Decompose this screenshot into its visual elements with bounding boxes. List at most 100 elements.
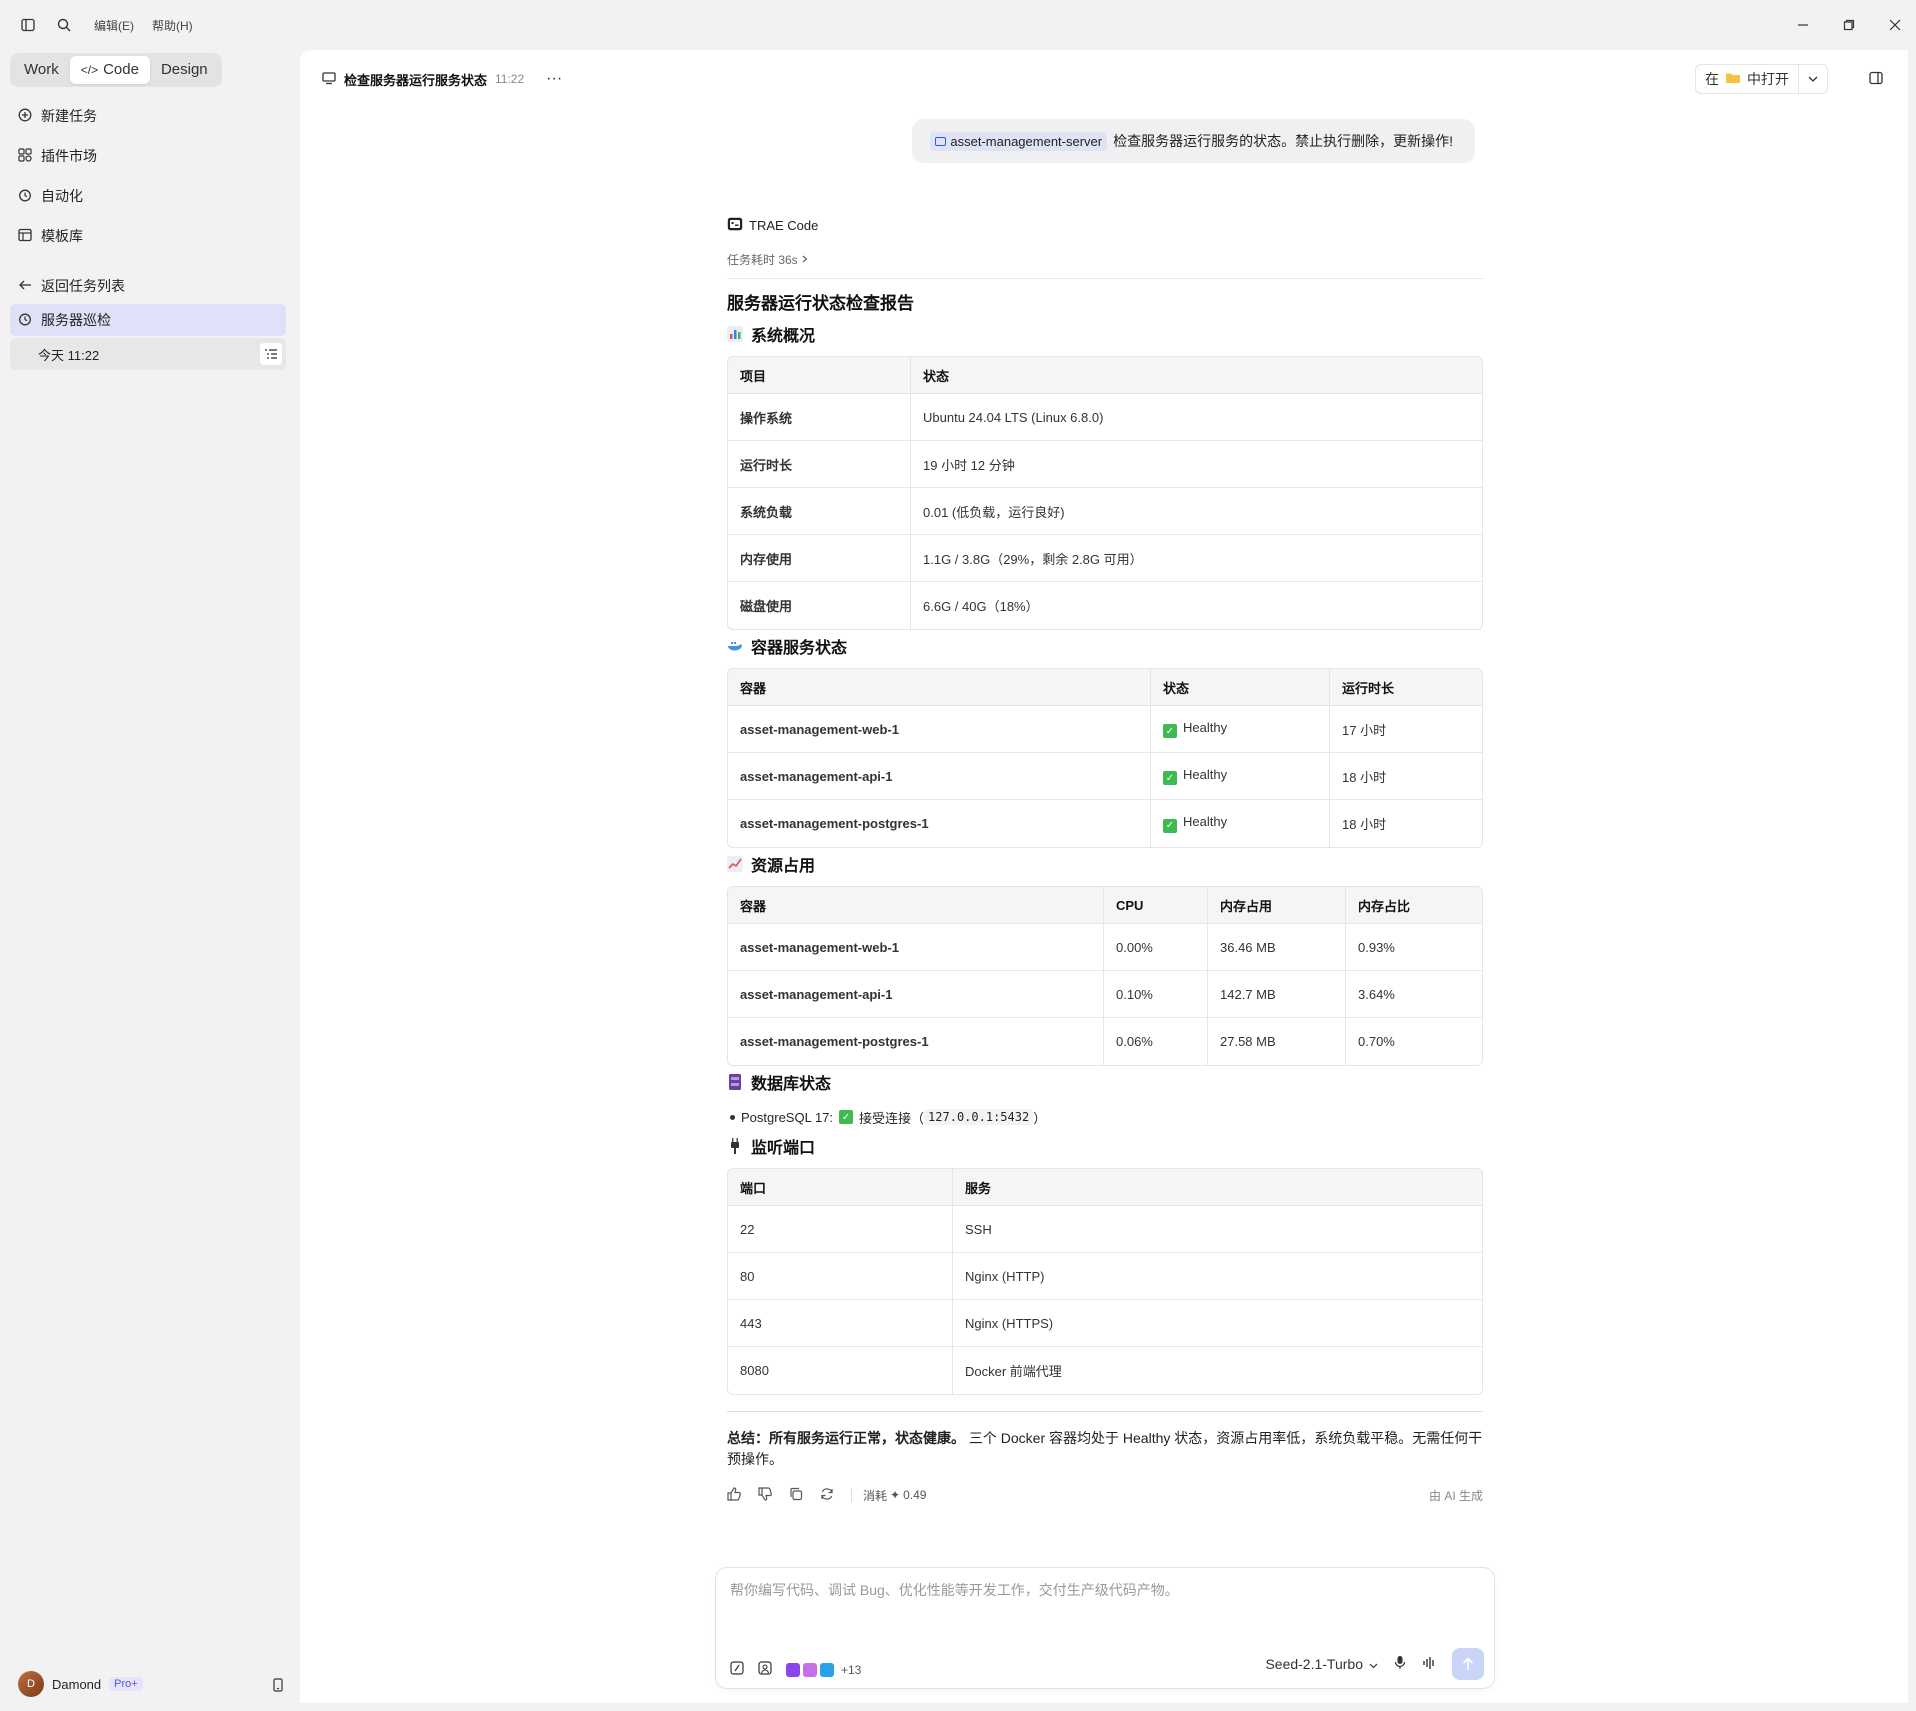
sidebar-item-label: 自动化 bbox=[41, 188, 83, 204]
table-cell: SSH bbox=[952, 1206, 1482, 1253]
template-icon bbox=[18, 228, 32, 245]
whale-icon bbox=[727, 632, 745, 666]
table-cell: 0.00% bbox=[1103, 924, 1207, 971]
section-containers: 容器服务状态 bbox=[727, 632, 1483, 666]
paren-open: （ bbox=[911, 1110, 925, 1126]
summary: 总结：所有服务运行正常，状态健康。 三个 Docker 容器均处于 Health… bbox=[727, 1428, 1483, 1470]
folder-icon bbox=[1725, 71, 1741, 87]
search-icon[interactable] bbox=[46, 7, 82, 43]
divider bbox=[851, 1488, 852, 1502]
mode-design[interactable]: Design bbox=[150, 56, 219, 84]
response-actions: 消耗 ✦ 0.49 由 AI 生成 bbox=[727, 1482, 1483, 1508]
table-row: asset-management-api-1 0.10% 142.7 MB 3.64% bbox=[728, 971, 1482, 1018]
right-panel-toggle-icon[interactable] bbox=[1866, 68, 1886, 88]
list-icon[interactable] bbox=[260, 343, 282, 365]
user-name: Damond bbox=[52, 1676, 102, 1692]
section-database: 数据库状态 bbox=[727, 1068, 1483, 1102]
task-duration[interactable]: 任务耗时 36s bbox=[727, 250, 1483, 268]
table-cell: 0.10% bbox=[1103, 971, 1207, 1018]
send-button[interactable] bbox=[1452, 1648, 1484, 1680]
close-icon[interactable] bbox=[1872, 0, 1916, 50]
table-header: 内存占比 bbox=[1345, 887, 1482, 924]
table-cell: asset-management-postgres-1 bbox=[740, 816, 929, 831]
composer-tools: +13 bbox=[730, 1661, 861, 1678]
plugin-icon bbox=[18, 147, 32, 165]
menu-edit[interactable]: 编辑(E) bbox=[94, 17, 134, 34]
thumbs-up-icon[interactable] bbox=[727, 1486, 741, 1504]
sidebar-item-current-task[interactable]: 服务器巡检 bbox=[10, 304, 286, 336]
status-text: Healthy bbox=[1183, 719, 1228, 735]
task-run-item[interactable]: 今天 11:22 bbox=[10, 338, 286, 370]
task-header: 检查服务器运行服务状态 11:22 ··· bbox=[300, 50, 1908, 108]
section-database-title: 数据库状态 bbox=[751, 1076, 832, 1093]
back-to-task-list[interactable]: 返回任务列表 bbox=[10, 270, 286, 302]
cost-value: 0.49 bbox=[903, 1488, 927, 1502]
database-icon bbox=[727, 1068, 745, 1102]
table-row: asset-management-postgres-1 0.06% 27.58 MB… bbox=[728, 1018, 1482, 1065]
table-cell: 18 小时 bbox=[1329, 753, 1482, 800]
microphone-icon[interactable] bbox=[1394, 1655, 1406, 1673]
table-cell: 内存使用 bbox=[728, 535, 910, 582]
regenerate-icon[interactable] bbox=[820, 1487, 834, 1504]
sidebar-item-plugin-market[interactable]: 插件市场 bbox=[10, 140, 286, 172]
sidebar-item-automation[interactable]: 自动化 bbox=[10, 180, 286, 212]
sidebar-toggle-icon[interactable] bbox=[10, 7, 46, 43]
tool-icons[interactable]: +13 bbox=[786, 1662, 861, 1677]
design-tool-icon bbox=[820, 1662, 834, 1677]
table-cell: 27.58 MB bbox=[1207, 1018, 1345, 1065]
menu-help[interactable]: 帮助(H) bbox=[152, 17, 193, 34]
repo-icon bbox=[935, 134, 947, 149]
section-resources-title: 资源占用 bbox=[751, 858, 816, 875]
sidebar-item-new-task[interactable]: 新建任务 bbox=[10, 100, 286, 132]
thumbs-down-icon[interactable] bbox=[758, 1486, 772, 1504]
duration-label: 任务耗时 36s bbox=[727, 252, 798, 267]
overview-table: 项目 状态 操作系统 Ubuntu 24.04 LTS (Linux 6.8.0)… bbox=[727, 356, 1483, 630]
image-tool-icon bbox=[803, 1662, 817, 1677]
mode-work[interactable]: Work bbox=[13, 56, 70, 84]
section-containers-title: 容器服务状态 bbox=[751, 640, 848, 657]
more-icon[interactable]: ··· bbox=[546, 70, 562, 88]
mode-code-label: Code bbox=[103, 61, 139, 78]
phone-icon[interactable] bbox=[268, 1675, 288, 1695]
task-title: 检查服务器运行服务状态 bbox=[344, 72, 488, 88]
open-in-button[interactable]: 在 中打开 bbox=[1695, 64, 1828, 94]
table-cell: ✓ Healthy bbox=[1150, 800, 1329, 847]
check-icon: ✓ bbox=[1163, 771, 1177, 786]
plus-circle-icon bbox=[18, 108, 32, 125]
status-text: Healthy bbox=[1183, 814, 1228, 830]
image-attach-icon[interactable] bbox=[758, 1661, 772, 1678]
avatar: D bbox=[18, 1671, 44, 1697]
minimize-icon[interactable] bbox=[1780, 0, 1826, 50]
database-status-item: PostgreSQL 17: ✓ 接受连接 （127.0.0.1:5432） bbox=[727, 1102, 1483, 1132]
code-icon: </> bbox=[80, 63, 99, 77]
table-cell: 22 bbox=[728, 1206, 952, 1253]
table-cell: 0.01 (低负载，运行良好) bbox=[910, 488, 1482, 535]
table-row: 8080 Docker 前端代理 bbox=[728, 1347, 1482, 1394]
ai-generated-note: 由 AI 生成 bbox=[1428, 1488, 1483, 1503]
status-text: Healthy bbox=[1183, 766, 1228, 782]
section-overview-title: 系统概况 bbox=[751, 328, 816, 345]
restore-icon[interactable] bbox=[1826, 0, 1872, 50]
model-selector[interactable]: Seed-2.1-Turbo bbox=[1265, 1656, 1378, 1672]
pro-badge: Pro+ bbox=[109, 1677, 143, 1691]
voice-wave-icon[interactable] bbox=[1422, 1656, 1436, 1673]
mode-code[interactable]: </> Code bbox=[69, 56, 150, 84]
agent-icon bbox=[727, 217, 743, 234]
table-row: 22 SSH bbox=[728, 1206, 1482, 1253]
sidebar-item-templates[interactable]: 模板库 bbox=[10, 220, 286, 252]
summary-bold: 总结：所有服务运行正常，状态健康。 bbox=[727, 1430, 965, 1446]
table-cell: Ubuntu 24.04 LTS (Linux 6.8.0) bbox=[910, 394, 1482, 441]
table-cell: 1.1G / 3.8G（29%，剩余 2.8G 可用） bbox=[910, 535, 1482, 582]
table-cell: asset-management-postgres-1 bbox=[740, 1034, 929, 1049]
chevron-down-icon[interactable] bbox=[1798, 65, 1827, 93]
slash-command-icon[interactable] bbox=[730, 1661, 744, 1678]
table-cell: ✓ Healthy bbox=[1150, 706, 1329, 753]
copy-icon[interactable] bbox=[789, 1487, 803, 1504]
table-cell: 8080 bbox=[740, 1363, 769, 1378]
table-header: 容器 bbox=[728, 887, 1103, 924]
resources-table: 容器 CPU 内存占用 内存占比 asset-management-web-1 0… bbox=[727, 886, 1483, 1066]
repo-chip[interactable]: asset-management-server bbox=[930, 131, 1108, 151]
user-profile[interactable]: D Damond Pro+ bbox=[18, 1671, 143, 1697]
model-name: Seed-2.1-Turbo bbox=[1265, 1656, 1363, 1672]
prompt-input[interactable] bbox=[730, 1580, 1470, 1620]
